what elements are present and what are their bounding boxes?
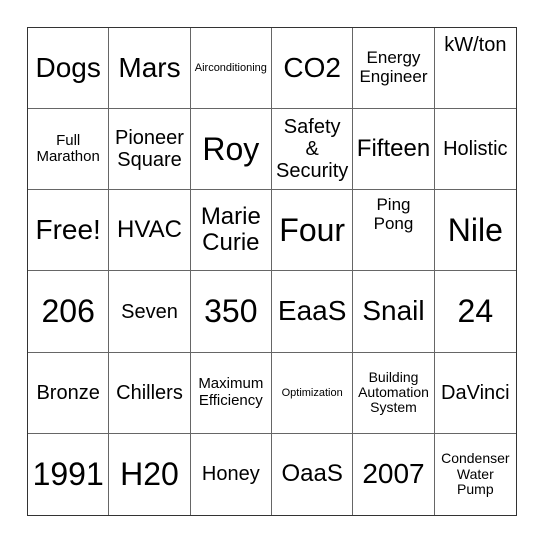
bingo-cell[interactable]: Chillers <box>109 352 191 434</box>
bingo-cell[interactable]: Honey <box>191 433 272 515</box>
bingo-cell[interactable]: Marie Curie <box>190 190 272 272</box>
bingo-cell[interactable]: Seven <box>109 271 191 353</box>
bingo-cell[interactable]: Holistic <box>434 109 516 191</box>
bingo-cell[interactable]: 350 <box>190 271 272 353</box>
bingo-cell[interactable]: Energy Engineer <box>353 28 435 110</box>
bingo-cell[interactable]: Safety & Security <box>272 109 354 191</box>
bingo-cell[interactable]: Nile <box>434 190 516 272</box>
bingo-cell-free[interactable]: Free! <box>28 190 110 272</box>
bingo-cell[interactable]: Maximum Efficiency <box>190 352 272 434</box>
bingo-cell[interactable]: Full Marathon <box>28 109 110 191</box>
bingo-cell[interactable]: Condenser Water Pump <box>435 434 516 515</box>
bingo-cell[interactable]: Mars <box>109 28 191 110</box>
bingo-cell[interactable]: Pioneer Square <box>109 109 191 191</box>
bingo-cell[interactable]: Snail <box>353 271 435 353</box>
bingo-cell[interactable]: kW/ton <box>434 28 516 110</box>
bingo-cell[interactable]: Airconditioning <box>190 28 272 110</box>
bingo-cell[interactable]: 206 <box>28 271 110 353</box>
bingo-cell[interactable]: Ping Pong <box>353 190 435 272</box>
bingo-cell[interactable]: OaaS <box>272 433 354 515</box>
bingo-cell[interactable]: Fifteen <box>353 109 435 191</box>
bingo-cell[interactable]: H20 <box>109 433 191 515</box>
bingo-cell[interactable]: EaaS <box>272 271 354 353</box>
bingo-cell[interactable]: CO2 <box>272 28 354 110</box>
bingo-cell[interactable]: Four <box>272 190 354 272</box>
bingo-cell[interactable]: DaVinci <box>434 353 516 434</box>
bingo-cell[interactable]: Dogs <box>28 28 110 110</box>
bingo-cell[interactable]: HVAC <box>109 190 191 272</box>
bingo-cell[interactable]: 1991 <box>28 433 110 515</box>
bingo-cell[interactable]: 2007 <box>353 433 435 515</box>
bingo-cell[interactable]: Building Automation System <box>353 352 435 434</box>
bingo-cell[interactable]: Optimization <box>272 352 354 434</box>
bingo-cell[interactable]: Roy <box>190 109 272 191</box>
bingo-board: Dogs Mars Airconditioning CO2 Energy Eng… <box>27 27 517 516</box>
bingo-cell[interactable]: 24 <box>434 271 516 353</box>
bingo-cell[interactable]: Bronze <box>28 352 110 434</box>
